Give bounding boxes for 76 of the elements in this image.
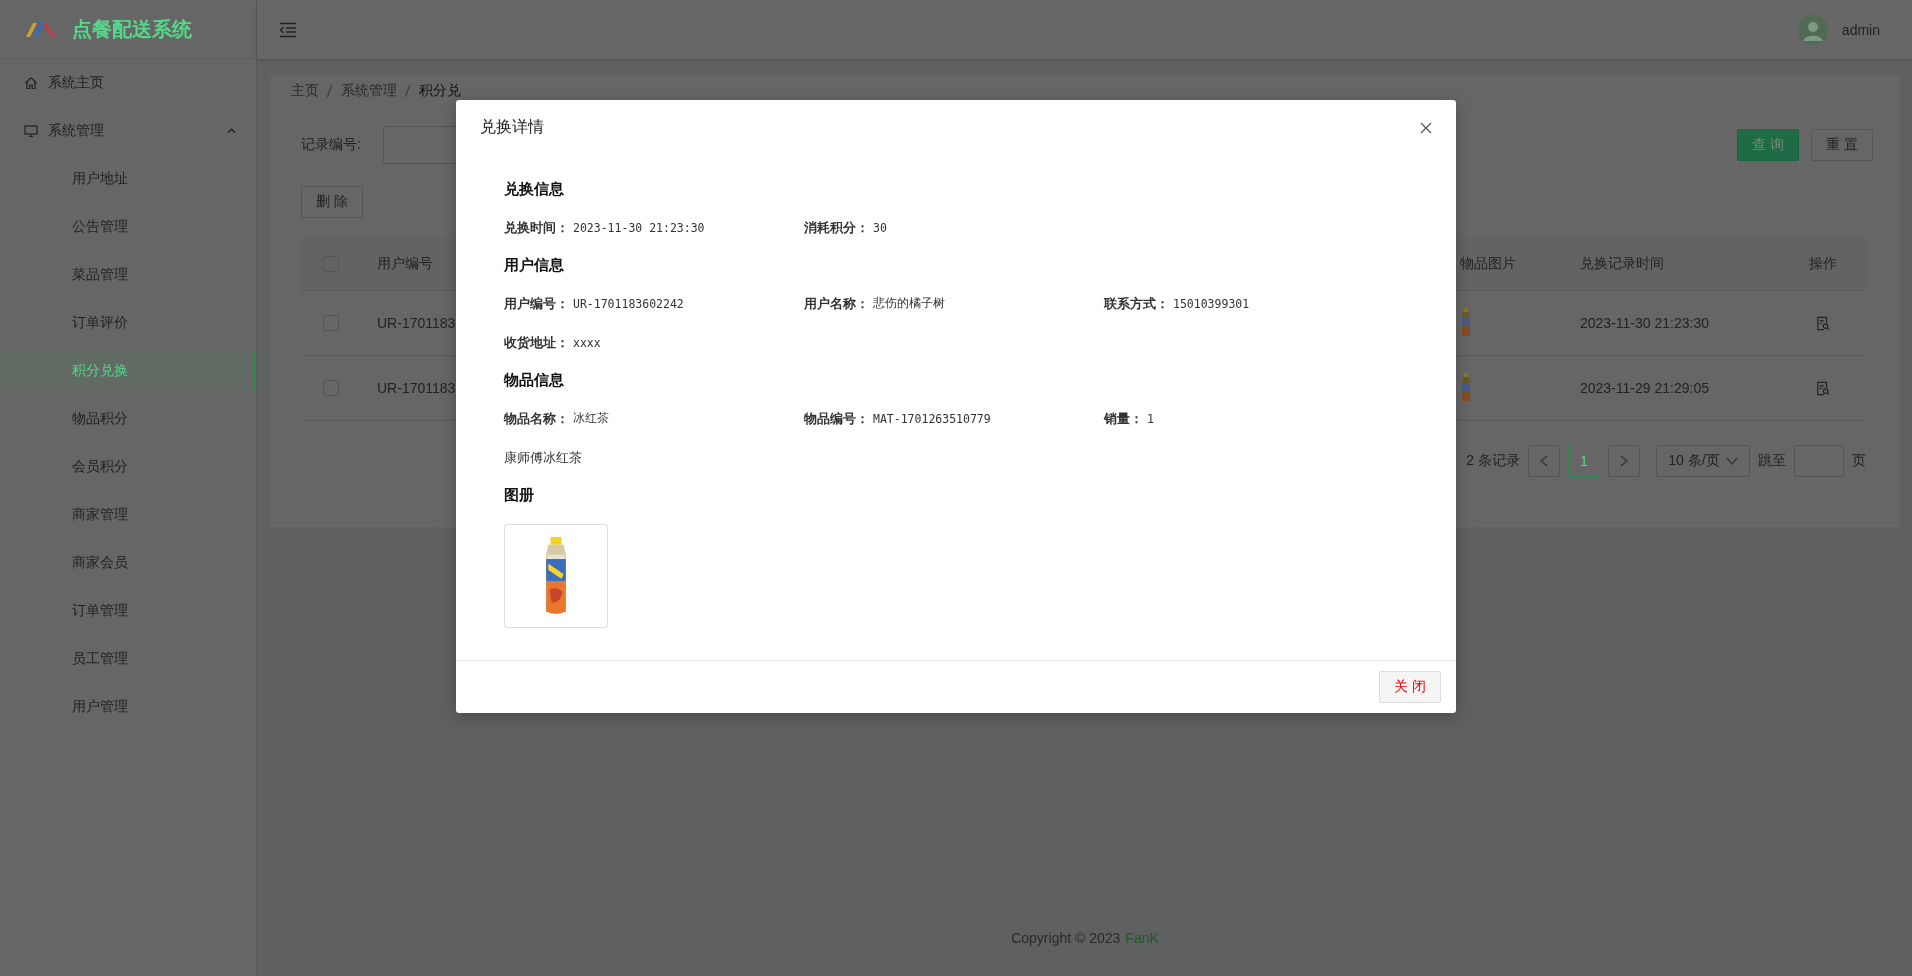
field-value: 30	[873, 220, 887, 235]
chevron-left-icon	[1540, 455, 1548, 467]
copyright-text: Copyright © 2023	[1011, 930, 1121, 946]
menu-item[interactable]: 物品积分	[0, 399, 256, 439]
page-button[interactable]: 1	[1568, 445, 1600, 477]
column-header: 用户编号	[377, 255, 433, 273]
field-label: 销量：	[1104, 409, 1143, 428]
table-cell: 2023-11-30 21:23:30	[1580, 315, 1709, 331]
field-label: 用户编号：	[504, 294, 569, 313]
chevron-right-icon	[1620, 455, 1628, 467]
menu-item[interactable]: 订单评价	[0, 303, 256, 343]
section-heading: 用户信息	[504, 255, 565, 275]
page-size-select[interactable]: 10 条/页	[1656, 445, 1750, 477]
app-title: 点餐配送系统	[72, 16, 192, 42]
menu-icon[interactable]	[279, 21, 297, 38]
field-label: 消耗积分：	[804, 218, 869, 237]
table-cell: UR-1701183	[377, 315, 456, 331]
menu-item[interactable]: 积分兑换	[0, 351, 256, 391]
menu-item[interactable]: 用户管理	[0, 687, 256, 727]
menu-item[interactable]: 商家会员	[0, 543, 256, 583]
jump-label: 跳至	[1758, 452, 1786, 470]
field-label: 物品名称：	[504, 409, 569, 428]
column-header: 操作	[1809, 255, 1837, 273]
menu-item[interactable]: 员工管理	[0, 639, 256, 679]
field-value: 悲伤的橘子树	[873, 296, 945, 311]
section-heading: 物品信息	[504, 370, 565, 390]
total-count: 2 条记录	[1466, 452, 1520, 470]
dialog-title: 兑换详情	[480, 117, 544, 137]
section-heading: 图册	[504, 485, 535, 505]
menu-item[interactable]: 商家管理	[0, 495, 256, 535]
menu-item[interactable]: 订单管理	[0, 591, 256, 631]
field-value: 15010399301	[1173, 296, 1250, 311]
image-frame[interactable]	[504, 524, 608, 628]
field-label: 联系方式：	[1104, 294, 1169, 313]
view-details-icon[interactable]	[1816, 380, 1830, 396]
menu-item[interactable]: 用户地址	[0, 159, 256, 199]
menu-item[interactable]: 公告管理	[0, 207, 256, 247]
page-label: 页	[1852, 452, 1866, 470]
breadcrumb-item[interactable]: 主页	[291, 82, 319, 100]
delete-button[interactable]: 删 除	[301, 186, 363, 218]
field-label: 物品编号：	[804, 409, 869, 428]
field-value: 2023-11-30 21:23:30	[573, 220, 705, 235]
field-label: 兑换时间：	[504, 218, 569, 237]
menu-item[interactable]: 菜品管理	[0, 255, 256, 295]
user-name[interactable]: admin	[1841, 21, 1880, 38]
avatar-icon[interactable]	[1797, 14, 1828, 45]
query-button[interactable]: 查 询	[1737, 129, 1800, 161]
next-page-button[interactable]	[1608, 445, 1640, 477]
field-label: 记录编号:	[301, 136, 362, 154]
field-value: MAT-1701263510779	[873, 411, 991, 426]
table-cell: 2023-11-29 21:29:05	[1580, 380, 1709, 396]
menu-item[interactable]: 会员积分	[0, 447, 256, 487]
field-label: 收货地址：	[504, 333, 569, 352]
home-icon	[24, 76, 38, 90]
reset-button[interactable]: 重 置	[1811, 129, 1873, 161]
chevron-down-icon	[1725, 457, 1738, 465]
description-text: 康师傅冰红茶	[504, 448, 583, 467]
caret-icon	[227, 128, 236, 134]
view-details-icon[interactable]	[1816, 315, 1830, 331]
logo-icon	[24, 19, 58, 39]
field-label: 用户名称：	[804, 294, 869, 313]
field-value: 冰红茶	[573, 411, 609, 426]
close-icon[interactable]	[1420, 121, 1432, 134]
monitor-icon	[24, 124, 38, 138]
breadcrumb-item: 积分兑	[419, 82, 461, 100]
menu-item[interactable]: 系统主页	[0, 63, 256, 103]
close-button[interactable]: 关 闭	[1379, 671, 1441, 703]
column-header: 兑换记录时间	[1580, 255, 1664, 273]
table-cell: UR-1701183	[377, 380, 456, 396]
menu-group[interactable]: 系统管理	[0, 111, 256, 151]
section-heading: 兑换信息	[504, 179, 565, 199]
previous-page-button[interactable]	[1528, 445, 1560, 477]
field-value: 1	[1147, 411, 1154, 426]
column-header: 物品图片	[1460, 255, 1516, 273]
field-value: UR-1701183602242	[573, 296, 684, 311]
field-value: xxxx	[573, 335, 601, 350]
